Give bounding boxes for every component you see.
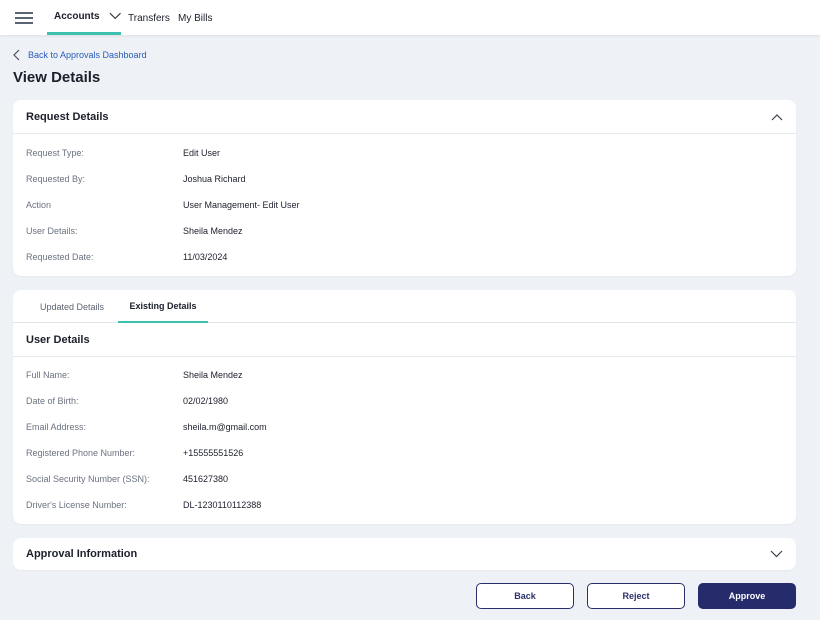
- field-label: Date of Birth:: [26, 396, 79, 406]
- user-details-title: User Details: [26, 333, 90, 346]
- field-value: Edit User: [183, 148, 221, 158]
- requested-date-row: Requested Date: 11/03/2024: [26, 252, 227, 262]
- reject-button[interactable]: Reject: [587, 583, 685, 609]
- chevron-down-icon[interactable]: [770, 550, 783, 558]
- approve-button[interactable]: Approve: [698, 583, 796, 609]
- details-tabs: Updated Details Existing Details: [13, 290, 796, 323]
- field-label: Action: [26, 200, 52, 210]
- email-row: Email Address: sheila.m@gmail.com: [26, 422, 267, 432]
- chevron-left-icon: [13, 49, 20, 61]
- tab-updated-details[interactable]: Updated Details: [26, 290, 118, 323]
- phone-row: Registered Phone Number: +15555551526: [26, 448, 243, 458]
- field-label: User Details:: [26, 226, 78, 236]
- nav-my-bills[interactable]: My Bills: [178, 13, 212, 24]
- field-label: Social Security Number (SSN):: [26, 474, 150, 484]
- request-details-card: Request Details Request Type: Edit User …: [13, 100, 796, 276]
- back-button[interactable]: Back: [476, 583, 574, 609]
- user-details-row: User Details: Sheila Mendez: [26, 226, 243, 236]
- full-name-row: Full Name: Sheila Mendez: [26, 370, 243, 380]
- request-details-header[interactable]: Request Details: [13, 100, 796, 134]
- chevron-down-icon: [109, 12, 121, 20]
- page-title: View Details: [13, 69, 101, 86]
- ssn-row: Social Security Number (SSN): 451627380: [26, 474, 228, 484]
- field-value: +15555551526: [183, 448, 244, 458]
- field-label: Requested By:: [26, 174, 86, 184]
- drivers-license-row: Driver's License Number: DL-123011011238…: [26, 500, 261, 510]
- nav-transfers[interactable]: Transfers: [128, 13, 170, 24]
- field-value: Sheila Mendez: [183, 370, 243, 380]
- field-value: Sheila Mendez: [183, 226, 243, 236]
- field-value: Joshua Richard: [183, 174, 246, 184]
- field-value: 11/03/2024: [183, 252, 228, 262]
- action-row: Action User Management- Edit User: [26, 200, 300, 210]
- approval-information-title: Approval Information: [26, 548, 138, 560]
- date-of-birth-row: Date of Birth: 02/02/1980: [26, 396, 228, 406]
- field-value: User Management- Edit User: [183, 200, 300, 210]
- user-details-header: User Details: [13, 323, 796, 357]
- details-tabs-card: Updated Details Existing Details User De…: [13, 290, 796, 524]
- field-label: Requested Date:: [26, 252, 94, 262]
- field-label: Request Type:: [26, 148, 84, 158]
- field-label: Full Name:: [26, 370, 70, 380]
- request-type-row: Request Type: Edit User: [26, 148, 220, 158]
- field-value: 02/02/1980: [183, 396, 229, 406]
- field-value: sheila.m@gmail.com: [183, 422, 267, 432]
- tab-existing-details[interactable]: Existing Details: [118, 290, 208, 323]
- hamburger-menu-icon[interactable]: [15, 12, 33, 24]
- nav-accounts[interactable]: Accounts: [47, 0, 121, 35]
- field-label: Email Address:: [26, 422, 87, 432]
- chevron-up-icon[interactable]: [771, 113, 783, 121]
- approval-information-header[interactable]: Approval Information: [13, 538, 796, 570]
- requested-by-row: Requested By: Joshua Richard: [26, 174, 246, 184]
- field-label: Registered Phone Number:: [26, 448, 136, 458]
- request-details-title: Request Details: [26, 110, 109, 123]
- back-to-dashboard-link[interactable]: Back to Approvals Dashboard: [13, 49, 147, 61]
- approval-information-card[interactable]: Approval Information: [13, 538, 796, 570]
- field-label: Driver's License Number:: [26, 500, 127, 510]
- field-value: 451627380: [183, 474, 229, 484]
- back-link-label: Back to Approvals Dashboard: [28, 50, 147, 60]
- field-value: DL-1230110112388: [183, 500, 262, 510]
- nav-accounts-label: Accounts: [54, 10, 100, 22]
- top-nav: Accounts Transfers My Bills: [0, 0, 820, 35]
